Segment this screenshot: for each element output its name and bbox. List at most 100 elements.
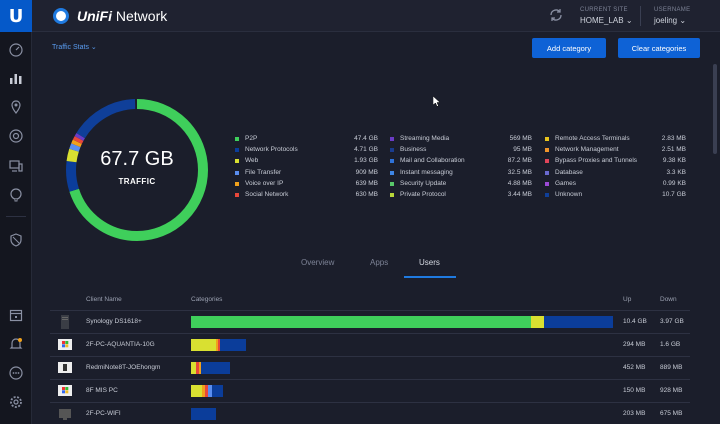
legend-swatch [545, 159, 549, 164]
column-header-client[interactable]: Client Name [86, 296, 122, 303]
category-bar-segment[interactable] [531, 316, 544, 328]
legend-swatch [235, 192, 239, 197]
legend-value: 3.3 KB [666, 168, 686, 176]
traffic-tabs: Overview Apps Users [270, 252, 480, 278]
current-site-selector[interactable]: HOME_LAB ⌄ [580, 16, 633, 25]
traffic-toolbar: Traffic Stats ⌄ Add category Clear categ… [32, 32, 720, 64]
tab-overview[interactable]: Overview [301, 258, 334, 267]
client-name[interactable]: 8F MIS PC [86, 387, 118, 394]
windows-pc-icon [58, 338, 72, 352]
category-bar-segment[interactable] [191, 385, 203, 397]
legend-value: 569 MB [509, 135, 532, 142]
legend-swatch [390, 137, 394, 141]
insights-icon[interactable] [6, 185, 26, 205]
legend-value: 47.4 GB [354, 135, 378, 142]
table-row[interactable]: RedmiNote8T-JOEhongm 452 MB 889 MB [50, 356, 690, 379]
client-name[interactable]: RedmiNote8T-JOEhongm [86, 364, 160, 371]
download-value: 675 MB [660, 410, 683, 417]
chevron-down-icon: ⌄ [679, 16, 687, 25]
category-bar-segment[interactable] [191, 339, 216, 351]
devices-icon[interactable] [6, 126, 26, 146]
traffic-stats-dropdown[interactable]: Traffic Stats ⌄ [52, 43, 97, 51]
shield-icon[interactable] [6, 230, 26, 250]
legend-label: Network Management [555, 146, 619, 154]
chat-icon[interactable] [6, 363, 26, 383]
scrollbar[interactable] [713, 64, 717, 154]
legend-swatch [545, 137, 549, 141]
legend-value: 95 MB [513, 146, 532, 154]
download-value: 889 MB [660, 364, 683, 371]
add-category-button[interactable]: Add category [532, 38, 606, 58]
map-icon[interactable] [6, 97, 26, 117]
column-header-down[interactable]: Down [660, 296, 677, 303]
column-header-categories[interactable]: Categories [191, 296, 222, 303]
table-row[interactable]: 8F MIS PC 150 MB 928 MB [50, 379, 690, 402]
current-site-label: CURRENT SITE [580, 7, 628, 13]
table-row[interactable]: 2F-PC-AQUANTIA-10G 294 MB 1.6 GB [50, 333, 690, 356]
category-bar-segment[interactable] [543, 316, 613, 328]
table-row[interactable]: 2F-PC-WIFI 203 MB 675 MB [50, 402, 690, 424]
legend-value: 2.51 MB [661, 146, 686, 154]
category-usage-bar[interactable] [191, 362, 231, 374]
unifi-logo[interactable]: U [0, 0, 32, 32]
legend-swatch [390, 192, 394, 197]
category-bar-segment[interactable] [200, 362, 231, 374]
active-tab-indicator [404, 276, 456, 278]
legend-label: Security Update [400, 179, 447, 187]
events-icon[interactable] [6, 305, 26, 325]
legend-label: Bypass Proxies and Tunnels [555, 157, 638, 165]
category-usage-bar[interactable] [191, 339, 246, 351]
tab-apps[interactable]: Apps [370, 258, 388, 267]
dashboard-icon[interactable] [6, 40, 26, 60]
legend-label: Voice over IP [245, 179, 284, 187]
upload-value: 452 MB [623, 364, 646, 371]
legend-swatch [235, 181, 239, 186]
legend-swatch [545, 170, 549, 175]
app-title: UniFi Network [77, 8, 168, 24]
category-bar-segment[interactable] [220, 339, 246, 351]
category-usage-bar[interactable] [191, 408, 217, 420]
upload-value: 10.4 GB [623, 318, 647, 325]
legend-value: 9.38 KB [662, 157, 686, 165]
client-name[interactable]: 2F-PC-AQUANTIA-10G [86, 341, 155, 348]
category-bar-segment[interactable] [211, 385, 223, 397]
client-name[interactable]: Synology DS1618+ [86, 318, 142, 325]
clients-icon[interactable] [6, 156, 26, 176]
legend-value: 630 MB [355, 190, 378, 198]
legend-label: Remote Access Terminals [555, 135, 630, 142]
android-phone-icon [58, 361, 72, 375]
legend-value: 87.2 MB [507, 157, 532, 165]
legend-label: Private Protocol [400, 190, 446, 198]
refresh-icon[interactable] [548, 7, 564, 28]
category-bar-segment[interactable] [191, 316, 532, 328]
legend-value: 4.71 GB [354, 146, 378, 154]
column-header-up[interactable]: Up [623, 296, 631, 303]
legend-value: 3.44 MB [507, 190, 532, 198]
category-bar-segment[interactable] [191, 408, 217, 420]
legend-label: Streaming Media [400, 135, 450, 142]
category-usage-bar[interactable] [191, 385, 223, 397]
username-label: USERNAME [654, 7, 691, 13]
client-name[interactable]: 2F-PC-WIFI [86, 410, 121, 417]
legend-swatch [390, 170, 394, 175]
tab-users[interactable]: Users [419, 258, 440, 267]
chevron-down-icon: ⌄ [90, 44, 97, 51]
table-row[interactable]: Synology DS1618+ 10.4 GB 3.97 GB [50, 310, 690, 333]
legend-swatch [235, 159, 239, 164]
settings-icon[interactable] [6, 392, 26, 412]
legend-swatch [390, 181, 394, 186]
upload-value: 203 MB [623, 410, 646, 417]
legend-swatch [545, 181, 549, 186]
clear-categories-button[interactable]: Clear categories [618, 38, 700, 58]
legend-value: 4.88 MB [507, 179, 532, 187]
username-selector[interactable]: joeling ⌄ [654, 16, 686, 25]
category-usage-bar[interactable] [191, 316, 613, 328]
statistics-icon[interactable] [6, 68, 26, 88]
legend-label: Network Protocols [245, 146, 298, 154]
download-value: 1.6 GB [660, 341, 681, 348]
side-navigation: U [0, 0, 32, 424]
legend-label: File Transfer [245, 168, 282, 176]
legend-value: 909 MB [355, 168, 378, 176]
legend-swatch [390, 148, 394, 153]
alerts-icon[interactable] [6, 334, 26, 354]
